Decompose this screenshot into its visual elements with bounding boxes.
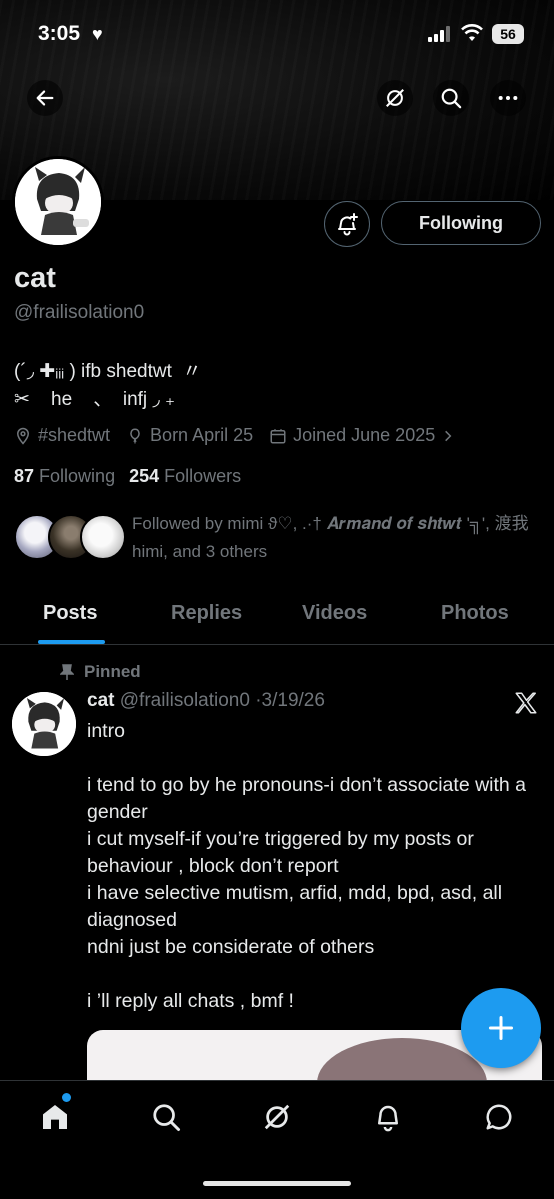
profile-name: cat [14, 262, 56, 294]
balloon-icon [130, 427, 140, 443]
followers-count-link[interactable]: 254 Followers [129, 466, 241, 487]
nav-grok[interactable] [259, 1099, 295, 1135]
birthday-text: Born April 25 [150, 425, 254, 445]
nav-notifications[interactable] [370, 1099, 406, 1135]
post-text: intro i tend to go by he pronouns-i don’… [87, 720, 527, 1012]
tab-videos[interactable]: Videos [302, 602, 367, 625]
bio-line-2: ✂︎ he 、 infj ◞ ₊ [14, 389, 176, 410]
post-header: cat @frailisolation0 ·3/19/26 [87, 690, 325, 712]
grok-icon [264, 1104, 290, 1130]
following-button[interactable]: Following [381, 201, 541, 245]
followers-count: 254 [129, 466, 160, 486]
profile-bio: (´◞ ✚ᵢᵢᵢ ) ifb shedtwt 〃 ✂︎ he 、 infj ◞ ₊ [14, 358, 201, 414]
tab-posts[interactable]: Posts [43, 602, 97, 625]
avatar-illustration [12, 692, 76, 756]
post-author-name[interactable]: cat [87, 690, 114, 711]
profile-handle: @frailisolation0 [14, 302, 145, 323]
battery-indicator: 56 [492, 24, 524, 44]
notifications-icon [378, 1105, 398, 1132]
tab-photos[interactable]: Photos [441, 602, 509, 625]
birthday-item: Born April 25 [126, 425, 253, 446]
follow-counts: 87 Following 254 Followers [14, 466, 241, 487]
more-icon [498, 95, 518, 101]
chevron-right-icon [445, 430, 452, 441]
back-arrow-icon [36, 90, 54, 106]
pinned-indicator: Pinned [60, 662, 141, 682]
post-date[interactable]: 3/19/26 [262, 690, 325, 711]
explore-icon [153, 1104, 180, 1131]
followed-by-text[interactable]: Followed by mimi ϑ♡, .·† 𝑨𝒓𝒎𝒂𝒏𝒅 𝒐𝒇 𝒔𝒉𝒕𝒘𝒕… [132, 510, 542, 566]
signal-icon [428, 26, 450, 42]
profile-tabs: Posts Replies Videos Photos [0, 585, 554, 645]
plus-icon [488, 1015, 514, 1041]
home-notification-dot [62, 1093, 71, 1102]
following-count: 87 [14, 466, 35, 486]
status-time: 3:05 [38, 22, 81, 45]
location-text[interactable]: #shedtwt [38, 425, 110, 446]
compose-post-button[interactable] [461, 988, 541, 1068]
bio-line-1: (´◞ ✚ᵢᵢᵢ ) ifb shedtwt 〃 [14, 361, 202, 382]
heart-icon: ♥ [92, 24, 103, 44]
followers-label: Followers [164, 466, 242, 486]
pinned-label: Pinned [84, 662, 141, 681]
wifi-icon [461, 24, 483, 41]
status-bar: 3:05 ♥ 56 [0, 22, 554, 50]
following-count-link[interactable]: 87 Following [14, 466, 115, 487]
location-item: #shedtwt [14, 425, 110, 446]
back-button[interactable] [27, 80, 63, 116]
grok-button[interactable] [377, 80, 413, 116]
avatar-illustration [15, 159, 101, 245]
active-tab-indicator [38, 640, 105, 644]
profile-avatar[interactable] [12, 156, 104, 248]
more-button[interactable] [490, 80, 526, 116]
mutual-followers-avatars[interactable] [14, 514, 126, 562]
location-icon [16, 427, 30, 445]
tab-replies[interactable]: Replies [171, 602, 242, 625]
grok-icon [386, 89, 404, 107]
nav-messages[interactable] [481, 1099, 517, 1135]
notification-bell-plus-icon [338, 213, 358, 236]
joined-item[interactable]: Joined June 2025 [269, 425, 455, 446]
joined-text: Joined June 2025 [293, 425, 436, 445]
home-indicator[interactable] [203, 1181, 351, 1186]
profile-meta: #shedtwt Born April 25 Joined June 2025 [14, 425, 455, 446]
avatar [80, 514, 126, 560]
x-logo-icon[interactable] [512, 690, 540, 716]
search-icon [441, 88, 462, 109]
search-button[interactable] [433, 80, 469, 116]
following-label: Following [39, 466, 116, 486]
calendar-icon [270, 428, 286, 443]
home-icon [43, 1105, 67, 1129]
pin-icon [60, 664, 74, 680]
post-author-avatar[interactable] [12, 692, 76, 756]
nav-explore[interactable] [148, 1099, 184, 1135]
post-author-handle[interactable]: @frailisolation0 [120, 690, 250, 711]
messages-icon [486, 1104, 512, 1130]
notification-subscribe-button[interactable] [324, 201, 370, 247]
nav-home[interactable] [37, 1099, 73, 1135]
